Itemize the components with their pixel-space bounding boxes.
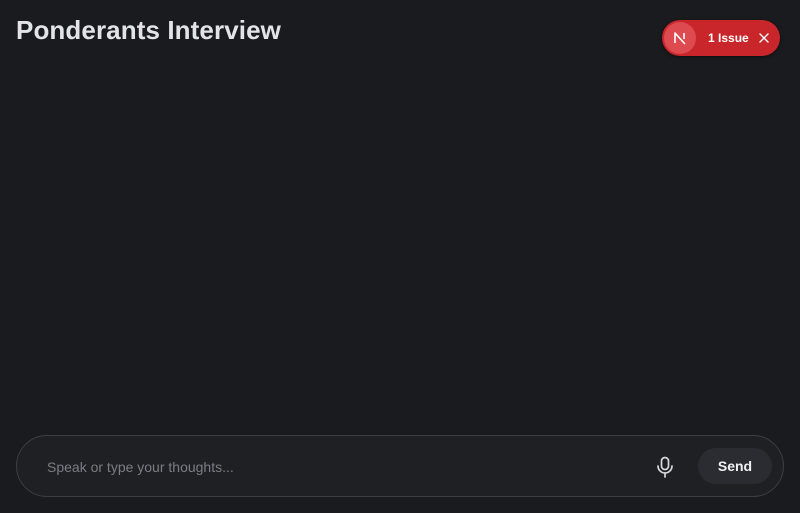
send-button[interactable]: Send bbox=[698, 448, 772, 484]
issues-count-label: 1 Issue bbox=[708, 31, 749, 45]
issues-badge-button[interactable]: 1 Issue bbox=[662, 20, 780, 56]
nextjs-logo-icon bbox=[664, 22, 696, 54]
nextjs-n-glyph bbox=[674, 32, 686, 45]
microphone-icon[interactable] bbox=[653, 455, 677, 479]
message-composer: Send bbox=[16, 435, 784, 497]
close-icon[interactable] bbox=[757, 31, 771, 45]
message-input[interactable] bbox=[45, 450, 635, 484]
page-title: Ponderants Interview bbox=[16, 15, 281, 45]
